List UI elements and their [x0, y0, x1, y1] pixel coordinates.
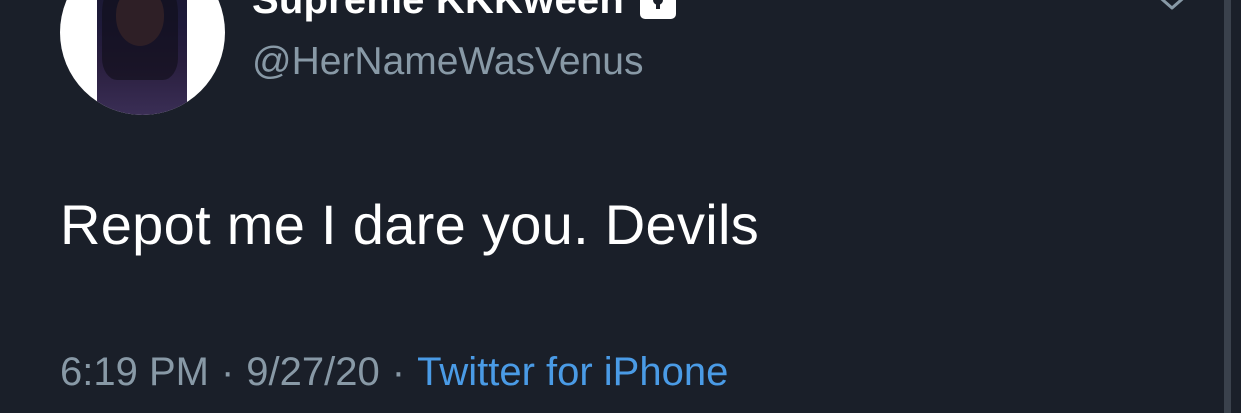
scrollbar[interactable] [1224, 0, 1231, 413]
tweet-time[interactable]: 6:19 PM [60, 350, 209, 394]
tweet-text: Repot me I dare you. Devils [60, 193, 760, 256]
display-name[interactable]: Supreme KKKween [252, 0, 678, 23]
tweet-card: Supreme KKKween @HerNameWasVenus Repot m… [0, 0, 1241, 413]
lock-icon [638, 0, 678, 21]
chevron-down-icon[interactable] [1152, 0, 1192, 14]
tweet-meta: 6:19 PM · 9/27/20 · Twitter for iPhone [60, 350, 728, 395]
user-handle[interactable]: @HerNameWasVenus [252, 40, 643, 84]
tweet-source-link[interactable]: Twitter for iPhone [417, 350, 728, 394]
tweet-date[interactable]: 9/27/20 [246, 350, 379, 394]
avatar[interactable] [60, 0, 225, 115]
display-name-text: Supreme KKKween [252, 0, 624, 22]
meta-separator: · [391, 350, 406, 394]
meta-separator: · [220, 350, 235, 394]
